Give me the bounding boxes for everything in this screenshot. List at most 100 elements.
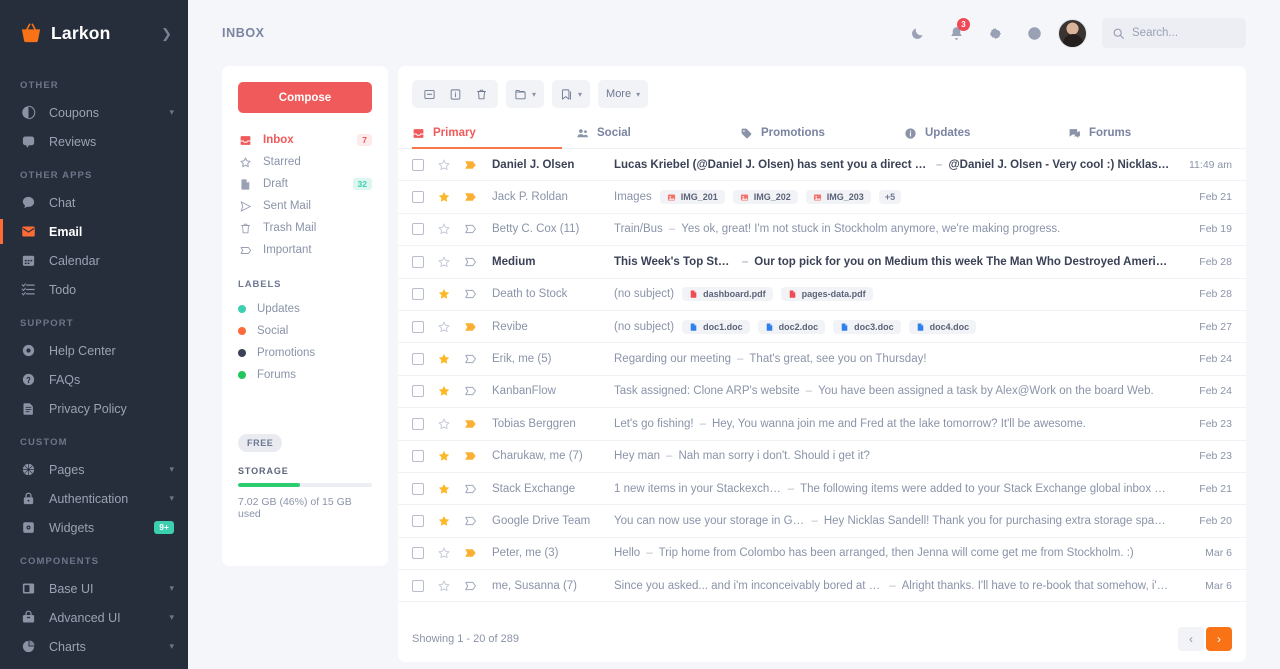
label-flag-icon[interactable] xyxy=(464,159,478,171)
row-checkbox[interactable] xyxy=(412,482,424,495)
table-row[interactable]: Peter, me (3) Hello – Trip home from Colomb… xyxy=(398,538,1246,571)
folder-inbox[interactable]: Inbox 7 xyxy=(238,129,372,151)
star-icon[interactable] xyxy=(437,546,451,560)
clock-icon[interactable] xyxy=(1019,18,1049,48)
info-button[interactable] xyxy=(442,83,468,105)
brand[interactable]: Larkon ❯ xyxy=(0,0,188,66)
avatar[interactable] xyxy=(1058,18,1087,48)
row-checkbox[interactable] xyxy=(412,385,424,398)
star-icon[interactable] xyxy=(437,287,451,301)
bookmark-button[interactable]: ▾ xyxy=(556,83,586,105)
star-icon[interactable] xyxy=(437,190,451,204)
table-row[interactable]: Revibe (no subject) doc1.doc doc2.doc doc3.d… xyxy=(398,311,1246,344)
label-promotions[interactable]: Promotions xyxy=(238,342,372,364)
row-checkbox[interactable] xyxy=(412,320,424,333)
tab-primary[interactable]: Primary xyxy=(412,118,576,149)
attachment-chip[interactable]: doc3.doc xyxy=(833,319,901,334)
label-flag-icon[interactable] xyxy=(464,580,478,592)
sidebar-item-charts[interactable]: Charts ▾ xyxy=(0,632,188,661)
star-icon[interactable] xyxy=(437,352,451,366)
row-checkbox[interactable] xyxy=(412,547,424,560)
attachment-chip[interactable]: dashboard.pdf xyxy=(682,287,773,302)
label-flag-icon[interactable] xyxy=(464,418,478,430)
table-row[interactable]: Stack Exchange 1 new items in your Stacke… xyxy=(398,473,1246,506)
attachment-chip[interactable]: IMG_201 xyxy=(659,190,725,205)
collapse-sidebar-icon[interactable]: ❯ xyxy=(161,27,172,40)
label-forums[interactable]: Forums xyxy=(238,364,372,386)
row-checkbox[interactable] xyxy=(412,255,424,268)
gear-icon[interactable] xyxy=(980,18,1010,48)
sidebar-item-base-ui[interactable]: Base UI ▾ xyxy=(0,574,188,603)
sidebar-item-authentication[interactable]: Authentication ▾ xyxy=(0,484,188,513)
label-flag-icon[interactable] xyxy=(464,223,478,235)
search-input[interactable] xyxy=(1132,27,1236,39)
table-row[interactable]: Betty C. Cox (11) Train/Bus – Yes ok, great… xyxy=(398,214,1246,247)
star-icon[interactable] xyxy=(437,514,451,528)
sidebar-item-chat[interactable]: Chat xyxy=(0,188,188,217)
sidebar-item-widgets[interactable]: Widgets 9+ xyxy=(0,513,188,542)
folder-draft[interactable]: Draft 32 xyxy=(238,173,372,195)
star-icon[interactable] xyxy=(437,449,451,463)
star-icon[interactable] xyxy=(437,579,451,593)
label-flag-icon[interactable] xyxy=(464,288,478,300)
folder-important[interactable]: Important xyxy=(238,239,372,261)
star-icon[interactable] xyxy=(437,222,451,236)
sidebar-item-reviews[interactable]: Reviews xyxy=(0,127,188,156)
label-flag-icon[interactable] xyxy=(464,353,478,365)
label-flag-icon[interactable] xyxy=(464,256,478,268)
moon-icon[interactable] xyxy=(902,18,932,48)
sidebar-item-advanced-ui[interactable]: Advanced UI ▾ xyxy=(0,603,188,632)
tab-updates[interactable]: Updates xyxy=(904,118,1068,148)
prev-page-button[interactable]: ‹ xyxy=(1178,627,1204,651)
tab-social[interactable]: Social xyxy=(576,118,740,148)
table-row[interactable]: KanbanFlow Task assigned: Clone ARP's web… xyxy=(398,376,1246,409)
attachment-chip[interactable]: doc2.doc xyxy=(757,319,826,334)
row-checkbox[interactable] xyxy=(412,223,424,236)
archive-button[interactable] xyxy=(416,83,442,105)
table-row[interactable]: Medium This Week's Top Stories – Our top pi… xyxy=(398,246,1246,279)
sidebar-item-coupons[interactable]: Coupons ▾ xyxy=(0,98,188,127)
folder-sent-mail[interactable]: Sent Mail xyxy=(238,195,372,217)
table-row[interactable]: Tobias Berggren Let's go fishing! – Hey, Yo… xyxy=(398,408,1246,441)
row-checkbox[interactable] xyxy=(412,579,424,592)
folder-trash-mail[interactable]: Trash Mail xyxy=(238,217,372,239)
label-flag-icon[interactable] xyxy=(464,547,478,559)
attachment-chip[interactable]: doc1.doc xyxy=(682,319,750,334)
attachment-chip[interactable]: IMG_203 xyxy=(805,190,871,205)
sidebar-item-calendar[interactable]: Calendar xyxy=(0,246,188,275)
table-row[interactable]: Charukaw, me (7) Hey man – Nah man sorry i … xyxy=(398,441,1246,473)
star-icon[interactable] xyxy=(437,158,451,172)
sidebar-item-todo[interactable]: Todo xyxy=(0,275,188,304)
attachment-chip[interactable]: doc4.doc xyxy=(908,319,977,334)
sidebar-item-help-center[interactable]: Help Center xyxy=(0,336,188,365)
star-icon[interactable] xyxy=(437,320,451,334)
sidebar-item-forms[interactable]: Forms▾ xyxy=(0,661,188,669)
table-row[interactable]: Death to Stock (no subject) dashboard.pdf p… xyxy=(398,279,1246,311)
table-row[interactable]: Erik, me (5) Regarding our meeting – That's… xyxy=(398,343,1246,376)
bell-icon[interactable]: 3 xyxy=(941,18,971,48)
label-flag-icon[interactable] xyxy=(464,321,478,333)
sidebar-item-privacy-policy[interactable]: Privacy Policy xyxy=(0,394,188,423)
folder-starred[interactable]: Starred xyxy=(238,151,372,173)
star-icon[interactable] xyxy=(437,417,451,431)
sidebar-item-faqs[interactable]: FAQs xyxy=(0,365,188,394)
search-box[interactable] xyxy=(1102,18,1246,48)
label-flag-icon[interactable] xyxy=(464,483,478,495)
row-checkbox[interactable] xyxy=(412,158,424,171)
attachment-chip[interactable]: pages-data.pdf xyxy=(780,287,873,302)
label-flag-icon[interactable] xyxy=(464,385,478,397)
row-checkbox[interactable] xyxy=(412,417,424,430)
sidebar-item-email[interactable]: Email xyxy=(0,217,188,246)
label-updates[interactable]: Updates xyxy=(238,298,372,320)
label-flag-icon[interactable] xyxy=(464,450,478,462)
sidebar-item-pages[interactable]: Pages ▾ xyxy=(0,455,188,484)
table-row[interactable]: Daniel J. Olsen Lucas Kriebel (@Daniel J.… xyxy=(398,149,1246,182)
next-page-button[interactable]: › xyxy=(1206,627,1232,651)
label-flag-icon[interactable] xyxy=(464,515,478,527)
compose-button[interactable]: Compose xyxy=(238,82,372,113)
table-row[interactable]: me, Susanna (7) Since you asked... and i'… xyxy=(398,570,1246,603)
row-checkbox[interactable] xyxy=(412,450,424,463)
trash-button[interactable] xyxy=(468,83,494,105)
tab-promotions[interactable]: Promotions xyxy=(740,118,904,148)
row-checkbox[interactable] xyxy=(412,353,424,366)
